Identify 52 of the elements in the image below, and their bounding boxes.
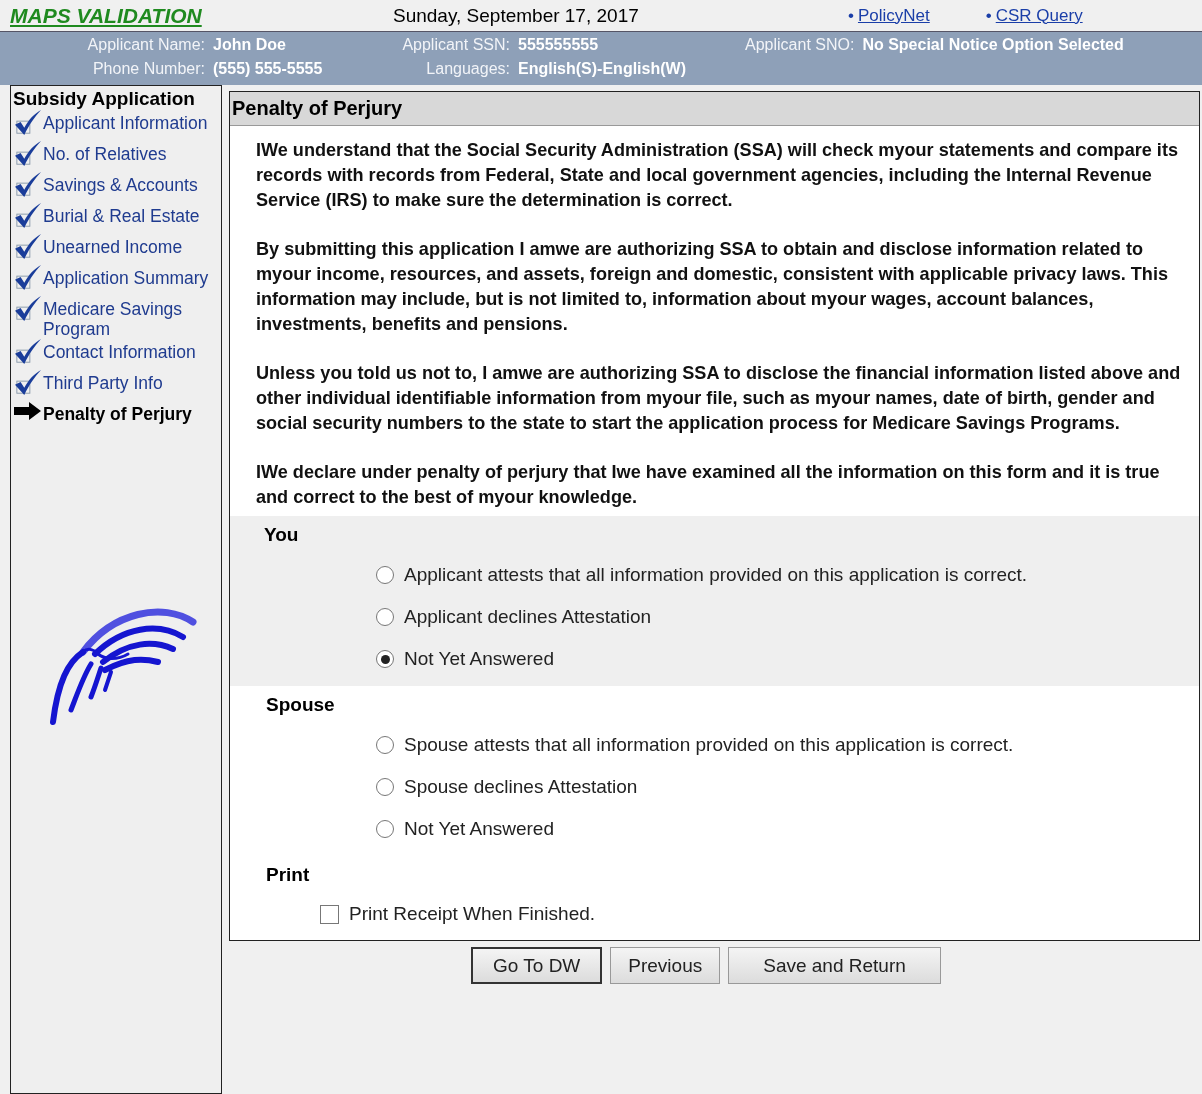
radio-button[interactable] [376,820,394,838]
sidebar-item[interactable]: Applicant Information [43,110,221,133]
radio-label: Not Yet Answered [404,648,554,670]
checkbox-label: Print Receipt When Finished. [349,903,596,925]
sidebar-item[interactable]: Medicare Savings Program [43,296,221,339]
sidebar-item[interactable]: Third Party Info [43,370,221,393]
paragraph: By submitting this application I amwe are authorizing SSA to obtain and disclose information related to myour income, resources, and assets, foreign and domestic, consistent with applicable privacy laws. This information may include, but is not limited to, information about myour wages, account balances, investments, benefits and pensions. [256,238,1169,336]
radio-button[interactable] [376,608,394,626]
sidebar-item[interactable]: Savings & Accounts [43,172,221,195]
date-text: Sunday, September 17, 2017 [393,4,640,27]
sidebar-item[interactable]: Penalty of Perjury [43,401,221,424]
field-value: (555) 555-5555 [213,60,324,78]
group-title: You [263,523,300,547]
action-button[interactable]: Go To DW [471,947,603,984]
radio-label: Spouse declines Attestation [404,776,638,798]
bullet-text: • [848,5,854,26]
panel-title: Penalty of Perjury [230,92,1199,126]
radio-label: Spouse attests that all information provided on this application is correct. [404,734,1014,756]
radio-button[interactable] [376,778,394,796]
radio-button[interactable] [376,650,394,668]
group-title: Print [265,863,311,887]
paragraph: Unless you told us not to, I amwe are authorizing SSA to disclose the financial information listed above and other individual identifiable information from myour file, such as myour names, date of birth, gender and social security numbers to the state to start the application process for Medicare Savings Programs. [256,362,1182,435]
group-title: Spouse [265,693,336,717]
header-link[interactable]: CSR Query [995,5,1083,26]
header-link[interactable]: PolicyNet [857,5,930,26]
checkbox[interactable] [320,904,339,924]
sidebar-item[interactable]: Unearned Income [43,234,221,257]
sidebar-item[interactable]: Application Summary [43,265,221,288]
radio-button[interactable] [376,736,394,754]
sidebar-item[interactable]: No. of Relatives [43,141,221,164]
field-label: Applicant Name: [86,36,206,54]
radio-label: Applicant attests that all information provided on this application is correct. [404,564,1028,586]
bullet-text: • [985,5,992,26]
radio-label: Not Yet Answered [404,818,554,840]
field-value: No Special Notice Option Selected [862,36,1124,54]
field-value: 555555555 [518,36,600,54]
field-label: Languages: [425,60,511,78]
field-label: Applicant SNO: [745,36,856,54]
paragraph: IWe understand that the Social Security Administration (SSA) will check myour statements and compare its records with records from Federal, State and local government agencies, including the Internal Revenue Service (IRS) to make sure the determination is correct. [256,139,1179,212]
field-label: Applicant SSN: [401,36,511,54]
field-label: Phone Number: [91,60,206,78]
sidebar-title: Subsidy Application [13,88,196,110]
sidebar-item[interactable]: Burial & Real Estate [43,203,221,226]
radio-button[interactable] [376,566,394,584]
field-value: John Doe [213,36,287,54]
sidebar-item[interactable]: Contact Information [43,339,221,362]
app-title: MAPS VALIDATION [10,3,203,28]
paragraph: IWe declare under penalty of perjury that Iwe have examined all the information on this form and it is true and correct to the best of myour knowledge. [256,461,1161,509]
action-button[interactable]: Previous [610,947,721,984]
action-button[interactable]: Save and Return [728,947,941,984]
radio-label: Applicant declines Attestation [404,606,652,628]
field-value: English(S)-English(W) [518,60,687,78]
